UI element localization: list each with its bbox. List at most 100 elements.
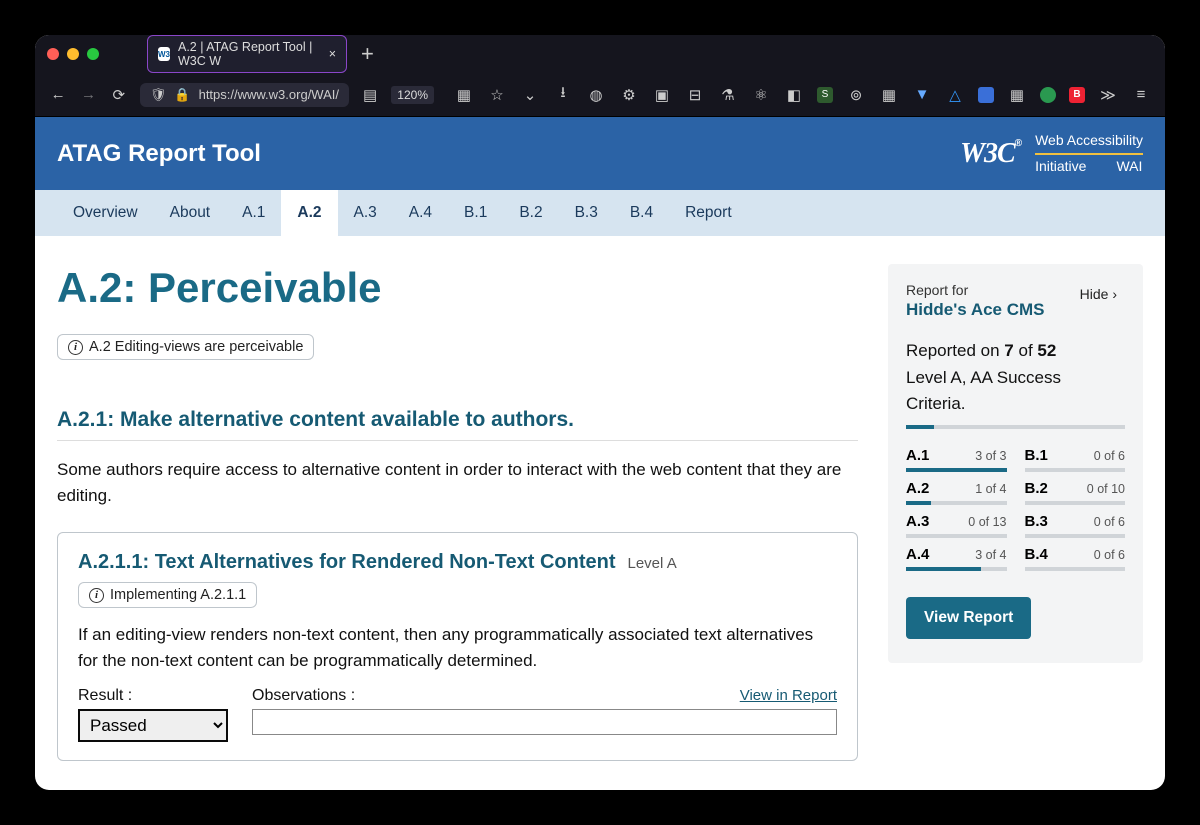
ext-icon-10[interactable]: ▼ bbox=[912, 86, 932, 103]
overall-progress-bar bbox=[906, 425, 1125, 429]
star-icon[interactable]: ☆ bbox=[487, 86, 507, 104]
pocket-icon[interactable]: ⌄ bbox=[520, 86, 540, 104]
download-icon[interactable]: ⭳ bbox=[553, 82, 573, 107]
reload-icon[interactable]: ⟳ bbox=[110, 86, 128, 104]
progress-a4[interactable]: A.43 of 4 bbox=[906, 546, 1007, 571]
browser-tabbar: W3 A.2 | ATAG Report Tool | W3C W × + bbox=[35, 35, 1165, 73]
overflow-icon[interactable]: ≫ bbox=[1098, 86, 1118, 104]
nav-b1[interactable]: B.1 bbox=[448, 190, 503, 236]
ext-icon-6[interactable]: ⚛ bbox=[751, 86, 771, 104]
nav-b2[interactable]: B.2 bbox=[503, 190, 558, 236]
ext-icon-8[interactable]: ⊚ bbox=[846, 86, 866, 104]
nav-report[interactable]: Report bbox=[669, 190, 748, 236]
result-select[interactable]: Passed bbox=[78, 709, 228, 742]
shield-icon: 🛡 bbox=[150, 87, 167, 103]
nav-a1[interactable]: A.1 bbox=[226, 190, 281, 236]
ext-icon-7[interactable]: ◧ bbox=[784, 86, 804, 104]
main-nav: OverviewAboutA.1A.2A.3A.4B.1B.2B.3B.4Rep… bbox=[35, 190, 1165, 236]
reported-summary: Reported on 7 of 52 Level A, AA Success … bbox=[906, 338, 1125, 417]
browser-toolbar: ← → ⟳ 🛡 🔒 https://www.w3.org/WAI/ ▤ 120%… bbox=[35, 73, 1165, 117]
info-chip-label: A.2 Editing-views are perceivable bbox=[89, 339, 303, 355]
reader-icon[interactable]: ▤ bbox=[361, 86, 379, 104]
wai-line1: Web Accessibility bbox=[1035, 131, 1143, 151]
url-text: https://www.w3.org/WAI/ bbox=[199, 87, 339, 102]
url-bar[interactable]: 🛡 🔒 https://www.w3.org/WAI/ bbox=[140, 83, 349, 107]
criterion-card: A.2.1.1: Text Alternatives for Rendered … bbox=[57, 532, 858, 761]
wai-initiative: Initiative bbox=[1035, 157, 1086, 177]
implementing-chip[interactable]: i Implementing A.2.1.1 bbox=[78, 582, 257, 608]
criterion-body: If an editing-view renders non-text cont… bbox=[78, 622, 837, 673]
hide-label: Hide bbox=[1080, 286, 1109, 302]
ext-icon-b[interactable]: B bbox=[1069, 87, 1085, 103]
favicon: W3 bbox=[158, 47, 170, 61]
progress-grid: A.13 of 3 B.10 of 6 A.21 of 4 B.20 of 10 A.3… bbox=[906, 447, 1125, 571]
report-panel: Hide › Report for Hidde's Ace CMS Report… bbox=[888, 264, 1143, 663]
ext-icon-4[interactable]: ⊟ bbox=[685, 86, 705, 104]
criterion-form: Result : Passed Observations : View in R… bbox=[78, 687, 837, 742]
toolbar-right: ▦ ☆ ⌄ ⭳ ◍ ⚙ ▣ ⊟ ⚗ ⚛ ◧ S ⊚ ▦ ▼ △ ▦ B ≫ ≡ bbox=[454, 82, 1151, 107]
info-chip[interactable]: i A.2 Editing-views are perceivable bbox=[57, 334, 314, 360]
progress-a1[interactable]: A.13 of 3 bbox=[906, 447, 1007, 472]
gear-icon[interactable]: ⚙ bbox=[619, 86, 639, 104]
nav-a2[interactable]: A.2 bbox=[281, 190, 337, 236]
tab-close-icon[interactable]: × bbox=[329, 47, 336, 61]
info-icon: i bbox=[68, 340, 83, 355]
new-tab-button[interactable]: + bbox=[361, 41, 374, 67]
maximize-dot[interactable] bbox=[87, 48, 99, 60]
close-dot[interactable] bbox=[47, 48, 59, 60]
ext-icon-13[interactable]: ▦ bbox=[1007, 86, 1027, 104]
hide-panel-button[interactable]: Hide › bbox=[1072, 282, 1125, 306]
progress-b4[interactable]: B.40 of 6 bbox=[1025, 546, 1126, 571]
w3c-logo: W3C® bbox=[960, 138, 1021, 170]
progress-b3[interactable]: B.30 of 6 bbox=[1025, 513, 1126, 538]
progress-a3[interactable]: A.30 of 13 bbox=[906, 513, 1007, 538]
nav-b3[interactable]: B.3 bbox=[559, 190, 614, 236]
page-header: ATAG Report Tool W3C® Web Accessibility … bbox=[35, 117, 1165, 190]
nav-b4[interactable]: B.4 bbox=[614, 190, 669, 236]
w3c-branding: W3C® Web Accessibility Initiative WAI bbox=[960, 131, 1143, 176]
tab-title: A.2 | ATAG Report Tool | W3C W bbox=[178, 40, 317, 68]
view-report-button[interactable]: View Report bbox=[906, 597, 1031, 639]
page-title: A.2: Perceivable bbox=[57, 264, 858, 312]
nav-about[interactable]: About bbox=[154, 190, 227, 236]
criterion-level: Level A bbox=[628, 555, 677, 572]
wai-short: WAI bbox=[1116, 157, 1142, 177]
minimize-dot[interactable] bbox=[67, 48, 79, 60]
zoom-indicator[interactable]: 120% bbox=[391, 86, 434, 104]
progress-a2[interactable]: A.21 of 4 bbox=[906, 480, 1007, 505]
view-in-report-link[interactable]: View in Report bbox=[740, 687, 837, 704]
implementing-chip-label: Implementing A.2.1.1 bbox=[110, 587, 246, 603]
window-controls[interactable] bbox=[47, 48, 99, 60]
browser-tab[interactable]: W3 A.2 | ATAG Report Tool | W3C W × bbox=[147, 35, 347, 73]
result-label: Result : bbox=[78, 687, 228, 705]
ext-icon-5[interactable]: ⚗ bbox=[718, 86, 738, 104]
ext-icon-14[interactable] bbox=[1040, 87, 1056, 103]
criterion-title: A.2.1.1: Text Alternatives for Rendered … bbox=[78, 551, 837, 574]
page-content: A.2: Perceivable i A.2 Editing-views are… bbox=[35, 236, 1165, 790]
nav-overview[interactable]: Overview bbox=[57, 190, 154, 236]
info-icon: i bbox=[89, 588, 104, 603]
forward-icon[interactable]: → bbox=[79, 86, 97, 103]
ext-icon-2[interactable]: ◍ bbox=[586, 86, 606, 104]
menu-icon[interactable]: ≡ bbox=[1131, 86, 1151, 103]
progress-b1[interactable]: B.10 of 6 bbox=[1025, 447, 1126, 472]
section-heading: A.2.1: Make alternative content availabl… bbox=[57, 408, 858, 441]
ext-icon-3[interactable]: ▣ bbox=[652, 86, 672, 104]
browser-window: W3 A.2 | ATAG Report Tool | W3C W × + ← … bbox=[35, 35, 1165, 790]
wai-label: Web Accessibility Initiative WAI bbox=[1035, 131, 1143, 176]
nav-a3[interactable]: A.3 bbox=[338, 190, 393, 236]
observations-field: Observations : View in Report bbox=[252, 687, 837, 740]
section-desc: Some authors require access to alternati… bbox=[57, 457, 858, 508]
result-field: Result : Passed bbox=[78, 687, 228, 742]
ext-icon-9[interactable]: ▦ bbox=[879, 86, 899, 104]
ext-icon-s[interactable]: S bbox=[817, 87, 833, 103]
back-icon[interactable]: ← bbox=[49, 86, 67, 103]
observations-label: Observations : bbox=[252, 687, 355, 705]
lock-icon: 🔒 bbox=[174, 87, 190, 103]
ext-icon-1[interactable]: ▦ bbox=[454, 86, 474, 104]
progress-b2[interactable]: B.20 of 10 bbox=[1025, 480, 1126, 505]
nav-a4[interactable]: A.4 bbox=[393, 190, 448, 236]
observations-input[interactable] bbox=[252, 709, 837, 735]
ext-icon-12[interactable] bbox=[978, 87, 994, 103]
ext-icon-11[interactable]: △ bbox=[945, 86, 965, 104]
